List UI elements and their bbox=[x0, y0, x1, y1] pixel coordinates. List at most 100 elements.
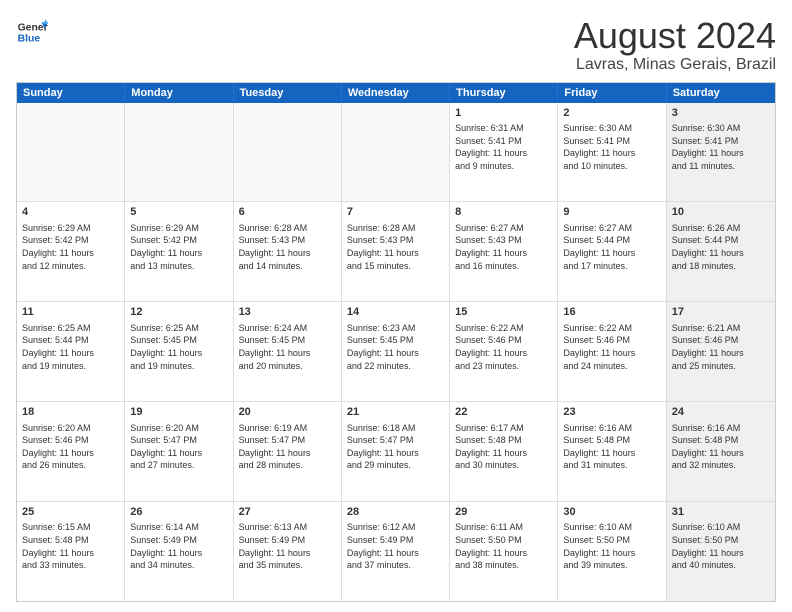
day-number: 11 bbox=[22, 305, 119, 320]
cell-info: Sunrise: 6:30 AM Sunset: 5:41 PM Dayligh… bbox=[672, 123, 744, 171]
calendar-cell: 28Sunrise: 6:12 AM Sunset: 5:49 PM Dayli… bbox=[342, 502, 450, 601]
calendar-cell: 11 Sunrise: 6:25 AM Sunset: 5:44 PM Dayli… bbox=[17, 302, 125, 401]
day-number: 29 bbox=[455, 505, 552, 520]
calendar-cell: 15Sunrise: 6:22 AM Sunset: 5:46 PM Dayli… bbox=[450, 302, 558, 401]
calendar-cell bbox=[17, 103, 125, 202]
cell-info: Sunrise: 6:28 AM Sunset: 5:43 PM Dayligh… bbox=[239, 223, 311, 271]
cell-info: Sunrise: 6:17 AM Sunset: 5:48 PM Dayligh… bbox=[455, 423, 527, 471]
day-number: 20 bbox=[239, 405, 336, 420]
calendar-row: 25Sunrise: 6:15 AM Sunset: 5:48 PM Dayli… bbox=[17, 502, 775, 601]
day-number: 10 bbox=[672, 205, 770, 220]
logo: General Blue bbox=[16, 16, 48, 48]
day-number: 8 bbox=[455, 205, 552, 220]
calendar-cell: 20Sunrise: 6:19 AM Sunset: 5:47 PM Dayli… bbox=[234, 402, 342, 501]
day-number: 17 bbox=[672, 305, 770, 320]
calendar-cell: 25Sunrise: 6:15 AM Sunset: 5:48 PM Dayli… bbox=[17, 502, 125, 601]
calendar-cell: 12 Sunrise: 6:25 AM Sunset: 5:45 PM Dayli… bbox=[125, 302, 233, 401]
day-number: 2 bbox=[563, 106, 660, 121]
calendar-cell: 13 Sunrise: 6:24 AM Sunset: 5:45 PM Dayli… bbox=[234, 302, 342, 401]
calendar-cell: 31 Sunrise: 6:10 AM Sunset: 5:50 PM Dayli… bbox=[667, 502, 775, 601]
day-number: 27 bbox=[239, 505, 336, 520]
calendar-cell bbox=[125, 103, 233, 202]
calendar-cell: 24 Sunrise: 6:16 AM Sunset: 5:48 PM Dayli… bbox=[667, 402, 775, 501]
svg-text:Blue: Blue bbox=[18, 34, 41, 45]
calendar: SundayMondayTuesdayWednesdayThursdayFrid… bbox=[16, 82, 776, 602]
day-number: 3 bbox=[672, 106, 770, 121]
day-number: 21 bbox=[347, 405, 444, 420]
cell-info: Sunrise: 6:11 AM Sunset: 5:50 PM Dayligh… bbox=[455, 522, 527, 570]
calendar-cell: 16 Sunrise: 6:22 AM Sunset: 5:46 PM Dayli… bbox=[558, 302, 666, 401]
cell-info: Sunrise: 6:10 AM Sunset: 5:50 PM Dayligh… bbox=[563, 522, 635, 570]
cell-info: Sunrise: 6:23 AM Sunset: 5:45 PM Dayligh… bbox=[347, 323, 419, 371]
cell-info: Sunrise: 6:29 AM Sunset: 5:42 PM Dayligh… bbox=[22, 223, 94, 271]
calendar-cell: 30 Sunrise: 6:10 AM Sunset: 5:50 PM Dayli… bbox=[558, 502, 666, 601]
calendar-cell: 1 Sunrise: 6:31 AM Sunset: 5:41 PM Daylig… bbox=[450, 103, 558, 202]
day-number: 6 bbox=[239, 205, 336, 220]
cell-info: Sunrise: 6:25 AM Sunset: 5:45 PM Dayligh… bbox=[130, 323, 202, 371]
cell-info: Sunrise: 6:30 AM Sunset: 5:41 PM Dayligh… bbox=[563, 123, 635, 171]
weekday-header: Saturday bbox=[667, 83, 775, 103]
weekday-header: Tuesday bbox=[234, 83, 342, 103]
cell-info: Sunrise: 6:14 AM Sunset: 5:49 PM Dayligh… bbox=[130, 522, 202, 570]
day-number: 16 bbox=[563, 305, 660, 320]
day-number: 23 bbox=[563, 405, 660, 420]
cell-info: Sunrise: 6:22 AM Sunset: 5:46 PM Dayligh… bbox=[455, 323, 527, 371]
calendar-cell: 7Sunrise: 6:28 AM Sunset: 5:43 PM Daylig… bbox=[342, 202, 450, 301]
cell-info: Sunrise: 6:16 AM Sunset: 5:48 PM Dayligh… bbox=[672, 423, 744, 471]
day-number: 13 bbox=[239, 305, 336, 320]
cell-info: Sunrise: 6:29 AM Sunset: 5:42 PM Dayligh… bbox=[130, 223, 202, 271]
day-number: 19 bbox=[130, 405, 227, 420]
calendar-header: SundayMondayTuesdayWednesdayThursdayFrid… bbox=[17, 83, 775, 103]
calendar-cell: 26 Sunrise: 6:14 AM Sunset: 5:49 PM Dayli… bbox=[125, 502, 233, 601]
cell-info: Sunrise: 6:27 AM Sunset: 5:44 PM Dayligh… bbox=[563, 223, 635, 271]
cell-info: Sunrise: 6:20 AM Sunset: 5:47 PM Dayligh… bbox=[130, 423, 202, 471]
calendar-cell: 18 Sunrise: 6:20 AM Sunset: 5:46 PM Dayli… bbox=[17, 402, 125, 501]
cell-info: Sunrise: 6:25 AM Sunset: 5:44 PM Dayligh… bbox=[22, 323, 94, 371]
day-number: 28 bbox=[347, 505, 444, 520]
day-number: 9 bbox=[563, 205, 660, 220]
day-number: 24 bbox=[672, 405, 770, 420]
cell-info: Sunrise: 6:18 AM Sunset: 5:47 PM Dayligh… bbox=[347, 423, 419, 471]
day-number: 7 bbox=[347, 205, 444, 220]
calendar-row: 4 Sunrise: 6:29 AM Sunset: 5:42 PM Daylig… bbox=[17, 202, 775, 302]
subtitle: Lavras, Minas Gerais, Brazil bbox=[574, 56, 776, 74]
day-number: 4 bbox=[22, 205, 119, 220]
day-number: 14 bbox=[347, 305, 444, 320]
day-number: 26 bbox=[130, 505, 227, 520]
weekday-header: Monday bbox=[125, 83, 233, 103]
cell-info: Sunrise: 6:20 AM Sunset: 5:46 PM Dayligh… bbox=[22, 423, 94, 471]
calendar-cell: 9 Sunrise: 6:27 AM Sunset: 5:44 PM Daylig… bbox=[558, 202, 666, 301]
calendar-cell bbox=[342, 103, 450, 202]
calendar-cell: 5Sunrise: 6:29 AM Sunset: 5:42 PM Daylig… bbox=[125, 202, 233, 301]
calendar-cell bbox=[234, 103, 342, 202]
calendar-body: 1 Sunrise: 6:31 AM Sunset: 5:41 PM Daylig… bbox=[17, 103, 775, 601]
header: General Blue August 2024 Lavras, Minas G… bbox=[16, 16, 776, 74]
calendar-cell: 27Sunrise: 6:13 AM Sunset: 5:49 PM Dayli… bbox=[234, 502, 342, 601]
title-block: August 2024 Lavras, Minas Gerais, Brazil bbox=[574, 16, 776, 74]
cell-info: Sunrise: 6:26 AM Sunset: 5:44 PM Dayligh… bbox=[672, 223, 744, 271]
weekday-header: Wednesday bbox=[342, 83, 450, 103]
calendar-cell: 22 Sunrise: 6:17 AM Sunset: 5:48 PM Dayli… bbox=[450, 402, 558, 501]
calendar-cell: 29 Sunrise: 6:11 AM Sunset: 5:50 PM Dayli… bbox=[450, 502, 558, 601]
day-number: 30 bbox=[563, 505, 660, 520]
day-number: 1 bbox=[455, 106, 552, 121]
weekday-header: Sunday bbox=[17, 83, 125, 103]
day-number: 18 bbox=[22, 405, 119, 420]
calendar-cell: 19 Sunrise: 6:20 AM Sunset: 5:47 PM Dayli… bbox=[125, 402, 233, 501]
logo-icon: General Blue bbox=[16, 16, 48, 48]
calendar-cell: 10 Sunrise: 6:26 AM Sunset: 5:44 PM Dayli… bbox=[667, 202, 775, 301]
cell-info: Sunrise: 6:31 AM Sunset: 5:41 PM Dayligh… bbox=[455, 123, 527, 171]
weekday-header: Thursday bbox=[450, 83, 558, 103]
calendar-cell: 8Sunrise: 6:27 AM Sunset: 5:43 PM Daylig… bbox=[450, 202, 558, 301]
weekday-header: Friday bbox=[558, 83, 666, 103]
cell-info: Sunrise: 6:24 AM Sunset: 5:45 PM Dayligh… bbox=[239, 323, 311, 371]
day-number: 12 bbox=[130, 305, 227, 320]
cell-info: Sunrise: 6:10 AM Sunset: 5:50 PM Dayligh… bbox=[672, 522, 744, 570]
calendar-cell: 23Sunrise: 6:16 AM Sunset: 5:48 PM Dayli… bbox=[558, 402, 666, 501]
calendar-row: 11 Sunrise: 6:25 AM Sunset: 5:44 PM Dayli… bbox=[17, 302, 775, 402]
day-number: 31 bbox=[672, 505, 770, 520]
cell-info: Sunrise: 6:22 AM Sunset: 5:46 PM Dayligh… bbox=[563, 323, 635, 371]
day-number: 22 bbox=[455, 405, 552, 420]
calendar-cell: 3 Sunrise: 6:30 AM Sunset: 5:41 PM Daylig… bbox=[667, 103, 775, 202]
day-number: 25 bbox=[22, 505, 119, 520]
